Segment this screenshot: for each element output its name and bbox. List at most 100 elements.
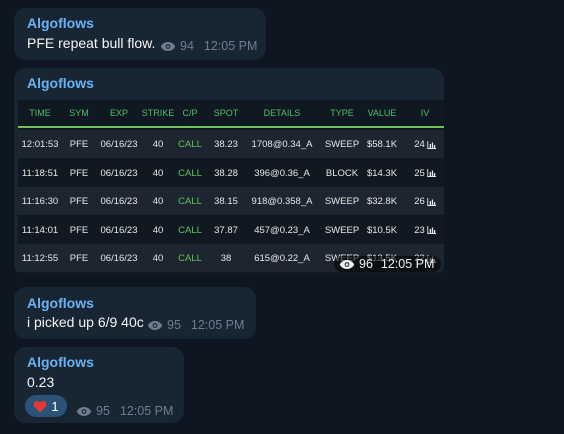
cell-time: 11:16:30	[21, 196, 59, 207]
iv-value: 25	[414, 167, 425, 179]
cell-spot: 38	[220, 253, 232, 264]
iv-value: 24	[414, 139, 425, 150]
header-iv: IV	[420, 108, 430, 118]
message-time: 12:05 PM	[203, 39, 258, 53]
cell-details: 918@0.358_A	[251, 196, 313, 207]
bar-chart-icon[interactable]	[426, 140, 436, 149]
cell-exp: 06/16/23	[100, 253, 138, 264]
cell-exp: 06/16/23	[100, 139, 138, 150]
table-row: 11:16:30 PFE 06/16/23 40 CALL 38.15 918@0.358_…	[18, 187, 444, 215]
header-details: DETAILS	[263, 108, 301, 118]
cell-iv: 23	[414, 225, 436, 236]
cell-time: 11:14:01	[21, 224, 59, 236]
cell-strike: 40	[152, 253, 164, 264]
table-row: 11:18:51 PFE 06/16/23 40 CALL 38.28 396@0.36_A…	[18, 158, 444, 187]
header-time: TIME	[29, 108, 51, 118]
sender-name[interactable]: Algoflows	[27, 15, 94, 31]
sender-name[interactable]: Algoflows	[27, 295, 94, 311]
header-sym: SYM	[69, 108, 89, 118]
message-bubble[interactable]: Algoflows 0.23 1 95 12:05 PM	[14, 347, 184, 423]
header-exp: EXP	[109, 108, 129, 118]
cell-value: $14.3K	[366, 167, 398, 179]
message-bubble[interactable]: Algoflows i picked up 6/9 40c 95 12:05 P…	[14, 287, 256, 339]
table-header: TIME SYM EXP STRIKE C/P SPOT DETAILS TYP…	[18, 100, 444, 128]
message-text: i picked up 6/9 40c	[27, 314, 144, 330]
message-text: 0.23	[27, 374, 55, 390]
cell-strike: 40	[152, 224, 164, 236]
table-row: 11:14:01 PFE 06/16/23 40 CALL 37.87 457@0.23_A…	[18, 215, 444, 244]
header-strike: STRIKE	[141, 108, 175, 118]
reaction-count: 1	[51, 398, 59, 414]
bar-chart-icon[interactable]	[426, 226, 436, 234]
eye-icon	[160, 41, 176, 52]
cell-details: 457@0.23_A	[254, 224, 310, 236]
reaction-chip[interactable]: 1	[25, 395, 67, 417]
table-row: 12:01:53 PFE 06/16/23 40 CALL 38.23 1708@0.34_…	[18, 130, 444, 158]
cell-value: $58.1K	[366, 139, 398, 150]
cell-strike: 40	[152, 196, 164, 207]
cell-strike: 40	[152, 167, 164, 179]
view-count: 96	[359, 257, 373, 271]
cell-strike: 40	[152, 139, 164, 150]
message-meta: 95 12:05 PM	[76, 404, 173, 418]
eye-icon	[147, 320, 163, 331]
cell-sym: PFE	[69, 167, 89, 179]
cell-spot: 37.87	[214, 224, 238, 236]
cell-value: $10.5K	[366, 224, 398, 236]
message-bubble-table[interactable]: Algoflows TIME SYM EXP STRIKE C/P SPOT D…	[14, 68, 444, 276]
message-meta: 95 12:05 PM	[147, 318, 244, 332]
message-bubble[interactable]: Algoflows PFE repeat bull flow. 94 12:05…	[14, 8, 266, 60]
cell-cp: CALL	[178, 253, 202, 264]
cell-iv: 26	[414, 196, 436, 207]
message-text: PFE repeat bull flow.	[27, 35, 156, 51]
cell-details: 1708@0.34_A	[251, 139, 313, 150]
cell-type: SWEEP	[324, 139, 360, 150]
cell-details: 396@0.36_A	[254, 167, 310, 179]
eye-icon	[76, 406, 92, 417]
cell-sym: PFE	[69, 139, 89, 150]
cell-cp: CALL	[178, 196, 202, 207]
cell-spot: 38.15	[214, 196, 238, 207]
cell-time: 12:01:53	[21, 139, 59, 150]
sender-name[interactable]: Algoflows	[27, 75, 94, 91]
iv-value: 23	[414, 224, 425, 236]
cell-time: 11:12:55	[21, 253, 59, 264]
flow-table: TIME SYM EXP STRIKE C/P SPOT DETAILS TYP…	[18, 100, 444, 276]
cell-sym: PFE	[69, 224, 89, 236]
eye-icon	[339, 259, 355, 270]
bar-chart-icon[interactable]	[426, 169, 436, 177]
heart-icon	[33, 400, 47, 413]
cell-iv: 24	[414, 139, 436, 150]
cell-value: $32.8K	[366, 196, 398, 207]
message-time: 12:05 PM	[119, 404, 174, 418]
iv-value: 26	[414, 196, 425, 207]
cell-type: BLOCK	[325, 167, 359, 179]
cell-cp: CALL	[178, 167, 202, 179]
cell-cp: CALL	[178, 139, 202, 150]
message-meta: 94 12:05 PM	[160, 39, 257, 53]
cell-exp: 06/16/23	[100, 224, 138, 236]
cell-sym: PFE	[69, 253, 89, 264]
header-value: VALUE	[367, 108, 397, 118]
header-spot: SPOT	[213, 108, 239, 118]
cell-time: 11:18:51	[21, 167, 59, 179]
cell-type: SWEEP	[324, 196, 360, 207]
message-time: 12:05 PM	[380, 257, 435, 271]
header-cp: C/P	[182, 108, 198, 118]
header-type: TYPE	[330, 108, 354, 118]
cell-type: SWEEP	[324, 224, 360, 236]
cell-spot: 38.23	[214, 139, 238, 150]
cell-exp: 06/16/23	[100, 167, 138, 179]
cell-iv: 25	[414, 168, 436, 179]
cell-cp: CALL	[178, 224, 202, 236]
cell-sym: PFE	[69, 196, 89, 207]
message-time: 12:05 PM	[190, 318, 245, 332]
sender-name[interactable]: Algoflows	[27, 354, 94, 370]
view-count: 95	[96, 404, 110, 418]
cell-exp: 06/16/23	[100, 196, 138, 207]
view-count: 94	[180, 39, 194, 53]
view-count: 95	[167, 318, 181, 332]
cell-spot: 38.28	[214, 167, 238, 179]
message-meta: 96 12:05 PM	[334, 256, 442, 272]
bar-chart-icon[interactable]	[426, 197, 436, 206]
